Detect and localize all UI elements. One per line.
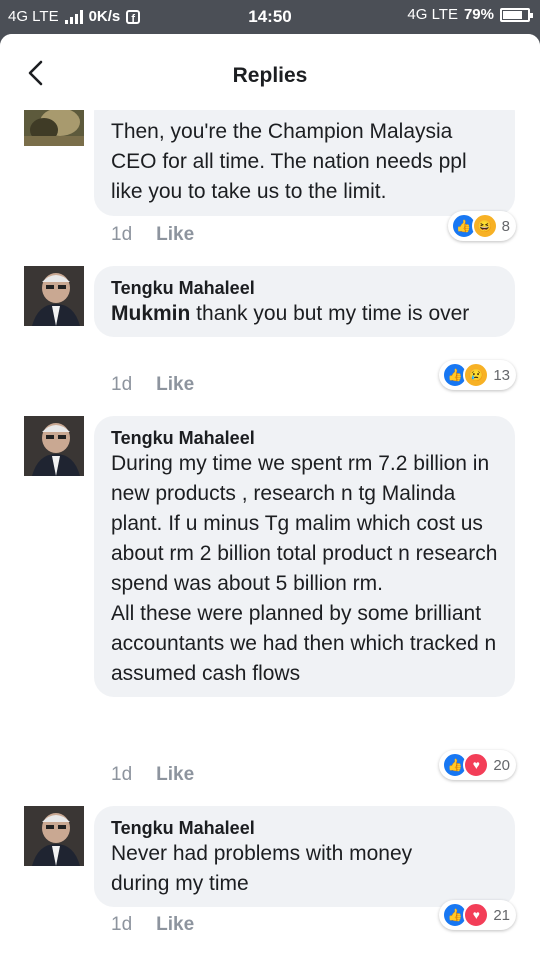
love-reaction-icon: ♥: [463, 752, 490, 778]
avatar[interactable]: [24, 806, 84, 866]
comment-bubble: Tengku Mahaleel Never had problems with …: [94, 806, 515, 907]
status-right: 4G LTE 79%: [407, 6, 533, 23]
comment-bubble: Mukmin Mukmin Then, you're the Champion …: [94, 92, 515, 216]
like-button[interactable]: Like: [156, 764, 194, 785]
status-bar: 4G LTE 0K/s f 14:50 4G LTE 79%: [0, 0, 540, 34]
like-button[interactable]: Like: [156, 224, 194, 245]
reaction-summary[interactable]: 👍 ♥ 21: [439, 900, 516, 930]
comment-text: During my time we spent rm 7.2 billion i…: [111, 452, 498, 685]
like-button[interactable]: Like: [156, 374, 194, 395]
avatar[interactable]: [24, 266, 84, 326]
page-title: Replies: [232, 64, 308, 87]
comment-author[interactable]: Tengku Mahaleel: [111, 427, 499, 449]
comment-time[interactable]: 1d: [111, 374, 132, 395]
comment-time[interactable]: 1d: [111, 914, 132, 935]
reaction-count: 20: [493, 756, 510, 774]
reaction-count: 21: [493, 906, 510, 924]
comment-author[interactable]: Tengku Mahaleel: [111, 817, 499, 839]
replies-sheet: Replies Mukmin Mukmin Then, you're the C…: [0, 34, 540, 960]
comment-text: Mukmin thank you but my time is over: [111, 299, 499, 329]
reaction-count: 8: [501, 217, 510, 235]
battery-percent: 79%: [463, 6, 494, 23]
sad-reaction-icon: 😢: [463, 362, 490, 388]
comment-meta: 1d Like: [111, 914, 194, 936]
comment-time[interactable]: 1d: [111, 224, 132, 245]
reaction-summary[interactable]: 👍 😆 8: [447, 211, 516, 241]
network-label-right: 4G LTE: [407, 6, 458, 23]
mention-link[interactable]: Mukmin: [111, 302, 190, 325]
love-reaction-icon: ♥: [463, 902, 490, 928]
comment-author[interactable]: Tengku Mahaleel: [111, 277, 499, 299]
comment-meta: 1d Like: [111, 764, 194, 786]
comment-bubble: Tengku Mahaleel During my time we spent …: [94, 416, 515, 697]
reaction-summary[interactable]: 👍 😢 13: [439, 360, 516, 390]
comment-time[interactable]: 1d: [111, 764, 132, 785]
comment-meta: 1d Like: [111, 224, 194, 246]
comment-text: Then, you're the Champion Malaysia CEO f…: [111, 120, 467, 203]
like-button[interactable]: Like: [156, 914, 194, 935]
reaction-count: 13: [493, 366, 510, 384]
header: Replies: [0, 34, 540, 110]
comment-bubble: Tengku Mahaleel Mukmin thank you but my …: [94, 266, 515, 337]
comment-text-body: thank you but my time is over: [190, 302, 470, 325]
comment-text: Never had problems with money during my …: [111, 842, 413, 895]
avatar[interactable]: [24, 416, 84, 476]
comment-meta: 1d Like: [111, 374, 194, 396]
reaction-summary[interactable]: 👍 ♥ 20: [439, 750, 516, 780]
battery-icon: [500, 7, 533, 22]
haha-reaction-icon: 😆: [471, 213, 498, 239]
